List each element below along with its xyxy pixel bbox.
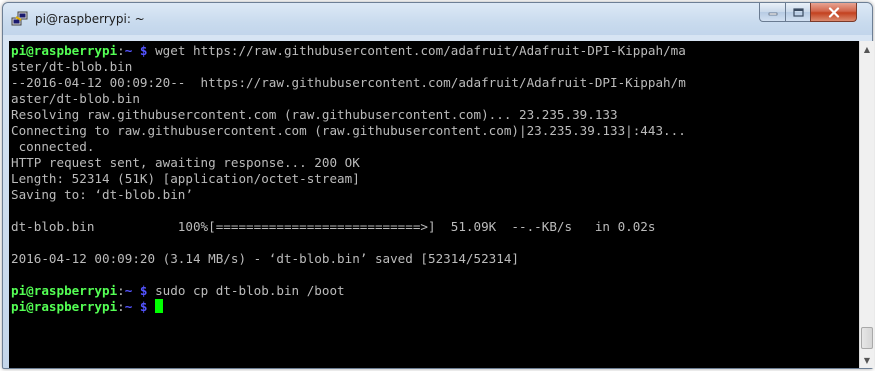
command-text: sudo cp dt-blob.bin /boot [147,283,345,298]
terminal-line: ster/dt-blob.bin [11,59,133,74]
terminal-input-line[interactable]: pi@raspberrypi:~ $ [11,299,686,315]
prompt-user-host: pi@raspberrypi [11,43,118,58]
maximize-button[interactable] [785,3,811,22]
terminal-line: aster/dt-blob.bin [11,91,140,106]
putty-icon [11,11,29,27]
minimize-icon [768,12,777,16]
terminal-line: --2016-04-12 00:09:20-- https://raw.gith… [11,75,686,90]
scrollbar-thumb[interactable] [861,327,873,349]
terminal-line: Length: 52314 (51K) [application/octet-s… [11,171,360,186]
terminal-line: HTTP request sent, awaiting response... … [11,155,360,170]
terminal-line: connected. [11,139,95,154]
vertical-scrollbar[interactable]: ▲ ▼ [859,41,874,368]
close-button[interactable] [810,3,857,22]
terminal-line: Connecting to raw.githubusercontent.com … [11,123,686,138]
prompt-separator: : [117,43,125,58]
prompt-user-host: pi@raspberrypi [11,299,118,314]
prompt-separator: : [117,283,125,298]
command-text: wget https://raw.githubusercontent.com/a… [147,43,686,58]
scroll-down-icon[interactable]: ▼ [860,352,874,368]
minimize-button[interactable] [759,3,786,22]
terminal-line: pi@raspberrypi:~ $ sudo cp dt-blob.bin /… [11,283,686,299]
title-bar[interactable]: pi@raspberrypi: ~ [3,3,872,35]
terminal-line: pi@raspberrypi:~ $ wget https://raw.gith… [11,43,686,59]
window-title: pi@raspberrypi: ~ [35,12,145,26]
terminal-line: 2016-04-12 00:09:20 (3.14 MB/s) - ‘dt-bl… [11,251,519,266]
progress-line: dt-blob.bin 100%[=======================… [11,219,656,234]
text-cursor [155,299,164,313]
prompt-user-host: pi@raspberrypi [11,283,118,298]
terminal-line: Saving to: ‘dt-blob.bin’ [11,187,193,202]
prompt-path: ~ $ [124,283,148,298]
scroll-up-icon[interactable]: ▲ [860,41,874,57]
prompt-path: ~ $ [124,299,148,314]
prompt-path: ~ $ [124,43,148,58]
maximize-icon [792,7,804,17]
prompt-separator: : [117,299,125,314]
terminal-output[interactable]: pi@raspberrypi:~ $ wget https://raw.gith… [9,41,859,368]
terminal-window: pi@raspberrypi: ~ pi@raspberrypi:~ $ wge… [2,2,874,369]
terminal-line: Resolving raw.githubusercontent.com (raw… [11,107,618,122]
close-icon [828,6,839,18]
